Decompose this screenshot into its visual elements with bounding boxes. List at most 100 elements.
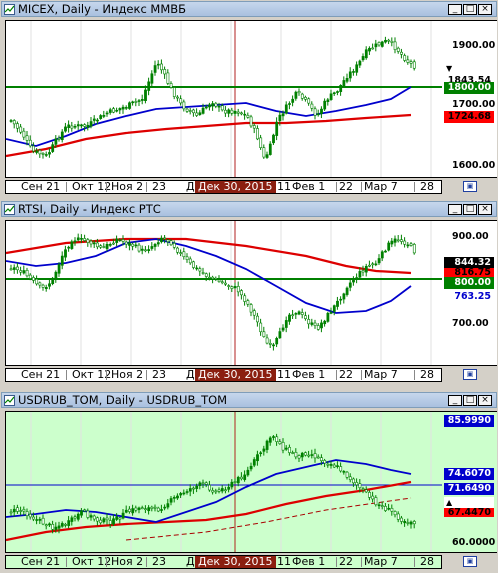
time-separator xyxy=(336,370,337,380)
candle-body xyxy=(35,278,39,285)
candle-body xyxy=(380,251,384,259)
candle-body xyxy=(192,109,195,114)
time-axis[interactable]: Сен 21 Окт 12 Ноя 2 23 Д Дек 30, 2015 11… xyxy=(5,368,442,382)
crosshair-date-label: Дек 30, 2015 xyxy=(195,556,276,568)
candle-body xyxy=(342,293,346,300)
candle-body xyxy=(124,107,128,109)
candle-body xyxy=(297,91,301,94)
scale-fix-icon[interactable]: ▣ xyxy=(463,556,477,567)
price-chart-area[interactable] xyxy=(5,411,443,553)
candle-body xyxy=(364,489,368,493)
candle-body xyxy=(22,130,26,138)
window-titlebar[interactable]: MICEX, Daily - Индекс ММВБ _ □ × xyxy=(1,1,497,17)
candle-body xyxy=(128,242,131,246)
time-separator xyxy=(361,182,362,192)
time-axis[interactable]: Сен 21 Окт 12 Ноя 2 23 Д Дек 30, 2015 11… xyxy=(5,555,442,569)
candle-body xyxy=(313,322,317,326)
candle-body xyxy=(204,106,208,109)
candle-body xyxy=(252,125,256,129)
candle-body xyxy=(70,125,74,129)
candle-body xyxy=(336,300,339,307)
close-icon[interactable]: × xyxy=(478,395,492,406)
scale-fix-icon[interactable]: ▣ xyxy=(463,181,477,192)
candle-body xyxy=(400,239,403,242)
candle-body xyxy=(284,320,288,328)
candle-body xyxy=(342,80,346,87)
candle-body xyxy=(166,72,170,84)
candle-body xyxy=(105,517,109,521)
minimize-icon[interactable]: _ xyxy=(448,204,462,215)
candle-body xyxy=(25,270,29,277)
candle-body xyxy=(137,244,141,252)
candle-body xyxy=(83,124,87,127)
candle-body xyxy=(48,283,51,287)
candle-body xyxy=(83,238,87,241)
candle-body xyxy=(288,314,291,322)
candle-body xyxy=(412,244,416,254)
minimize-icon[interactable]: _ xyxy=(448,4,462,15)
time-label: 22 xyxy=(339,180,353,193)
candle-body xyxy=(169,498,173,503)
candle-body xyxy=(217,279,221,282)
scale-fix-icon[interactable]: ▣ xyxy=(463,369,477,380)
candle-body xyxy=(211,276,215,280)
time-label: 11 xyxy=(277,368,291,381)
candle-body xyxy=(86,239,90,243)
maximize-icon[interactable]: □ xyxy=(463,4,477,15)
candle-body xyxy=(278,331,282,339)
candle-body xyxy=(64,126,67,132)
candle-body xyxy=(89,240,93,245)
candle-body xyxy=(300,93,304,99)
candle-body xyxy=(28,139,32,147)
candle-body xyxy=(259,137,263,148)
time-label: Мар 7 xyxy=(364,555,398,568)
close-icon[interactable]: × xyxy=(478,204,492,215)
candle-body xyxy=(19,270,23,273)
maximize-icon[interactable]: □ xyxy=(463,395,477,406)
time-separator xyxy=(66,557,67,567)
candle-body xyxy=(217,489,221,492)
candle-body xyxy=(147,81,151,91)
time-separator xyxy=(361,557,362,567)
candle-body xyxy=(134,244,138,247)
candle-body xyxy=(150,73,154,84)
candle-body xyxy=(409,61,413,64)
candle-body xyxy=(243,295,247,302)
candle-body xyxy=(304,315,307,319)
price-chart-svg xyxy=(6,221,442,365)
candle-body xyxy=(105,112,109,115)
candle-body xyxy=(377,504,381,507)
time-label: 28 xyxy=(420,368,434,381)
candle-body xyxy=(227,486,231,490)
candle-body xyxy=(28,274,32,279)
chart-window-micex[interactable]: MICEX, Daily - Индекс ММВБ _ □ × 1900.00… xyxy=(0,0,498,196)
candle-body xyxy=(102,246,106,248)
candle-body xyxy=(371,47,375,50)
maximize-icon[interactable]: □ xyxy=(463,204,477,215)
price-chart-area[interactable] xyxy=(5,220,443,366)
candle-body xyxy=(115,516,119,520)
candle-body xyxy=(368,264,371,267)
close-icon[interactable]: × xyxy=(478,4,492,15)
candle-body xyxy=(348,71,352,79)
candle-body xyxy=(32,145,35,152)
candle-body xyxy=(332,305,336,312)
candle-body xyxy=(131,508,135,514)
window-titlebar[interactable]: USDRUB_TOM, Daily - USDRUB_TOM _ □ × xyxy=(1,392,497,408)
candle-body xyxy=(307,454,311,457)
candle-body xyxy=(310,322,314,325)
chart-window-rtsi[interactable]: RTSI, Daily - Индекс РТС _ □ × 900.00 70… xyxy=(0,200,498,387)
time-axis[interactable]: Сен 21 Окт 12 Ноя 2 23 Д Дек 30, 2015 11… xyxy=(5,180,442,194)
candle-body xyxy=(156,507,160,512)
time-separator xyxy=(414,182,415,192)
candle-body xyxy=(118,239,122,242)
price-axis[interactable] xyxy=(442,411,497,553)
candle-body xyxy=(60,255,64,266)
time-separator xyxy=(66,182,67,192)
chart-window-usdrub[interactable]: USDRUB_TOM, Daily - USDRUB_TOM _ □ × 60.… xyxy=(0,391,498,573)
minimize-icon[interactable]: _ xyxy=(448,395,462,406)
price-chart-area[interactable] xyxy=(5,20,443,178)
time-label: Д xyxy=(186,368,195,381)
candle-body xyxy=(265,154,269,158)
window-titlebar[interactable]: RTSI, Daily - Индекс РТС _ □ × xyxy=(1,201,497,217)
